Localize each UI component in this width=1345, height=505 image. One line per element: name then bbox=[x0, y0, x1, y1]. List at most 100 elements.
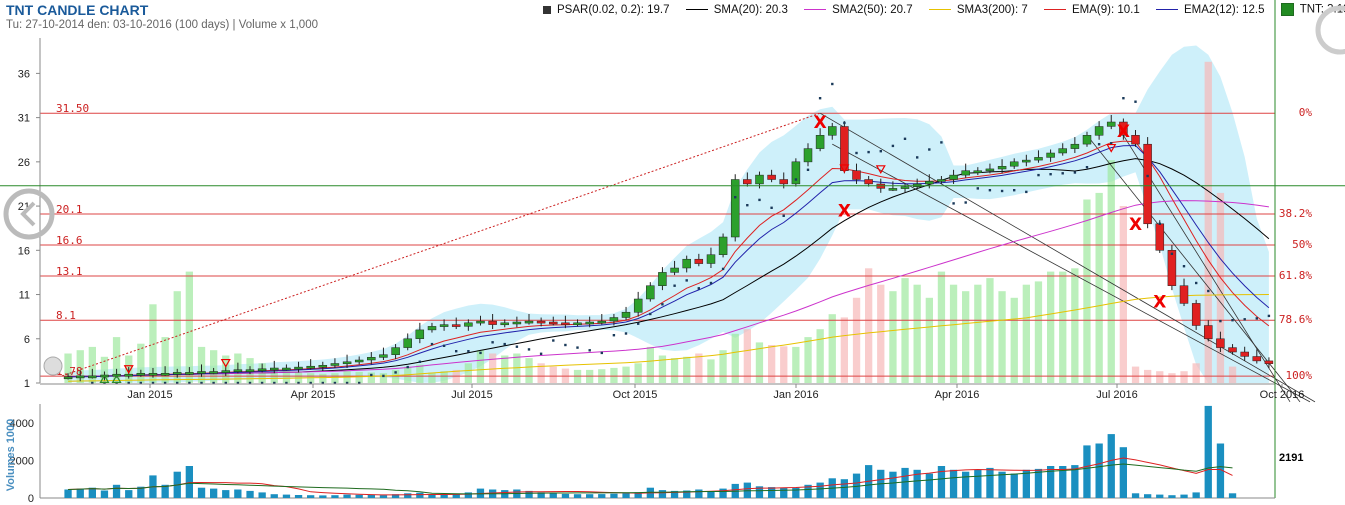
volume-bar bbox=[598, 494, 606, 498]
candle-body bbox=[949, 174, 958, 180]
volume-overlay-bar bbox=[1228, 366, 1237, 383]
candle-body bbox=[209, 371, 218, 374]
psar-dot bbox=[1025, 190, 1028, 194]
volume-bar bbox=[1119, 447, 1127, 498]
fib-left-label: 20.1 bbox=[56, 203, 83, 216]
volume-bar bbox=[185, 466, 193, 498]
candle-body bbox=[1131, 135, 1140, 145]
volume-bar bbox=[986, 467, 994, 498]
candle-body bbox=[815, 135, 825, 149]
psar-dot bbox=[527, 348, 531, 351]
candle-body bbox=[403, 338, 412, 348]
psar-dot bbox=[467, 350, 470, 353]
candle-body bbox=[1070, 143, 1080, 149]
candle-body bbox=[282, 367, 291, 371]
volume-overlay-bar bbox=[1059, 271, 1067, 383]
candle-body bbox=[536, 320, 546, 324]
volume-overlay-bar bbox=[501, 355, 509, 383]
psar-dot bbox=[552, 339, 555, 342]
volume-overlay-bar bbox=[852, 297, 861, 383]
candle-body bbox=[1264, 360, 1274, 364]
volume-bar bbox=[1131, 493, 1140, 498]
candle-body bbox=[585, 321, 594, 325]
psar-dot bbox=[758, 198, 761, 202]
volume-overlay-bar bbox=[476, 350, 485, 383]
volume-overlay-bar bbox=[1131, 366, 1140, 383]
candle-body bbox=[415, 329, 425, 339]
candle-body bbox=[233, 369, 243, 372]
volume-bar bbox=[331, 495, 339, 498]
psar-dot bbox=[1255, 317, 1258, 320]
psar-dot bbox=[576, 346, 579, 349]
candle-body bbox=[779, 179, 788, 185]
psar-dot bbox=[831, 82, 834, 86]
volume-bar bbox=[901, 467, 909, 498]
psar-dot bbox=[1158, 222, 1161, 225]
scroll-forward-icon[interactable] bbox=[1315, 5, 1345, 55]
volume-bar bbox=[840, 479, 848, 498]
volume-overlay-bar bbox=[889, 291, 897, 383]
volume-overlay-bar bbox=[1071, 268, 1079, 383]
volume-bar bbox=[780, 487, 788, 498]
x-tick-label: Oct 2015 bbox=[613, 389, 658, 401]
psar-dot bbox=[782, 214, 785, 217]
volume-bar bbox=[586, 494, 594, 498]
volume-overlay-bar bbox=[646, 346, 654, 383]
volume-bar bbox=[768, 487, 776, 498]
volume-overlay-bar bbox=[525, 358, 533, 383]
candle-body bbox=[646, 285, 655, 300]
candle-body bbox=[852, 170, 861, 180]
sell-signal-x: X bbox=[838, 202, 851, 222]
volume-bar bbox=[1156, 494, 1164, 498]
volume-bar bbox=[1228, 493, 1237, 498]
psar-dot bbox=[855, 151, 858, 155]
candle-body bbox=[451, 324, 461, 327]
y-tick-label: 6 bbox=[24, 334, 30, 346]
psar-dot bbox=[430, 342, 434, 346]
psar-dot bbox=[1000, 189, 1004, 193]
volume-bar bbox=[343, 494, 351, 498]
y-tick-label: 31 bbox=[18, 113, 30, 125]
y-tick-label: 26 bbox=[18, 157, 30, 169]
candle-body bbox=[633, 298, 643, 313]
volume-overlay-bar bbox=[1022, 284, 1030, 383]
candle-body bbox=[1058, 148, 1067, 154]
volume-bar bbox=[464, 492, 472, 498]
volume-overlay-bar bbox=[610, 367, 618, 383]
volume-bar bbox=[1083, 445, 1091, 498]
candle-body bbox=[985, 168, 995, 172]
candle-body bbox=[1167, 250, 1177, 286]
candle-body bbox=[257, 368, 267, 372]
volume-overlay-bar bbox=[913, 284, 921, 383]
candle-body bbox=[427, 326, 437, 331]
volume-bar bbox=[379, 495, 388, 498]
candle-body bbox=[354, 359, 364, 363]
volume-bar bbox=[695, 489, 703, 498]
volume-axis-label: Volumes 1000 bbox=[5, 419, 17, 492]
volume-bar bbox=[76, 488, 84, 498]
psar-dot bbox=[382, 374, 385, 378]
x-tick-label: Jul 2015 bbox=[451, 389, 493, 401]
volume-bar bbox=[416, 492, 424, 498]
volume-bar bbox=[937, 466, 946, 498]
candle-body bbox=[1228, 347, 1237, 353]
volume-bar bbox=[816, 482, 824, 498]
volume-bar bbox=[792, 487, 800, 498]
candle-body bbox=[318, 365, 328, 368]
volume-overlay-bar bbox=[1119, 206, 1127, 383]
volume-overlay-bar bbox=[840, 317, 848, 383]
psar-dot bbox=[442, 344, 446, 347]
candle-body bbox=[197, 371, 206, 374]
candle-body bbox=[670, 267, 679, 273]
sell-signal-x: X bbox=[814, 113, 827, 133]
candle-body bbox=[925, 181, 934, 185]
volume-bar bbox=[949, 469, 958, 498]
volume-bar bbox=[367, 495, 375, 498]
psar-dot bbox=[685, 279, 688, 282]
volume-bar bbox=[622, 493, 630, 498]
volume-bar bbox=[246, 490, 254, 498]
zoom-icon[interactable] bbox=[43, 356, 63, 376]
fib-right-label: 38.2% bbox=[1279, 207, 1312, 220]
x-tick-label: Apr 2016 bbox=[935, 389, 980, 401]
candle-body bbox=[88, 375, 97, 379]
